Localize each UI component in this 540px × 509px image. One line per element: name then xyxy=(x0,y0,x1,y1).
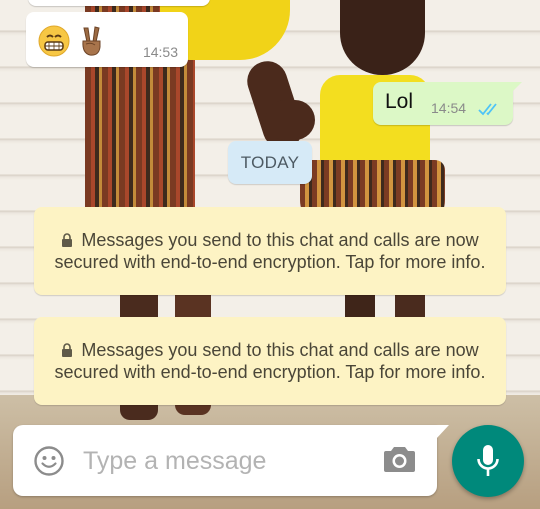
message-text: Lol xyxy=(385,90,414,113)
encryption-notice-content: Messages you send to this chat and calls… xyxy=(50,339,490,384)
message-bubble-partial[interactable] xyxy=(28,0,210,6)
message-input[interactable] xyxy=(83,441,373,481)
date-separator: TODAY xyxy=(228,141,312,184)
message-bubble-outgoing[interactable]: Lol 14:54 xyxy=(373,82,522,125)
message-composer xyxy=(13,425,449,496)
encryption-notice-text: Messages you send to this chat and calls… xyxy=(54,339,486,383)
message-time: 14:54 xyxy=(431,100,467,116)
encryption-notice-content: Messages you send to this chat and calls… xyxy=(50,229,490,274)
encryption-notice[interactable]: Messages you send to this chat and calls… xyxy=(34,207,506,295)
smiley-icon[interactable] xyxy=(33,445,65,477)
message-bubble-incoming[interactable]: 14:53 xyxy=(26,12,188,67)
message-time: 14:53 xyxy=(142,44,178,60)
lock-icon xyxy=(62,342,73,357)
grinning-face-icon xyxy=(38,25,70,57)
lock-icon xyxy=(62,232,73,247)
microphone-icon xyxy=(477,445,499,476)
encryption-notice-text: Messages you send to this chat and calls… xyxy=(54,229,486,273)
voice-record-button[interactable] xyxy=(452,425,524,497)
message-emoji-content xyxy=(38,25,106,57)
victory-hand-icon xyxy=(82,26,101,56)
wallpaper-hands xyxy=(265,100,315,140)
camera-icon[interactable] xyxy=(384,445,415,473)
double-check-read-icon xyxy=(478,103,497,116)
encryption-notice[interactable]: Messages you send to this chat and calls… xyxy=(34,317,506,405)
